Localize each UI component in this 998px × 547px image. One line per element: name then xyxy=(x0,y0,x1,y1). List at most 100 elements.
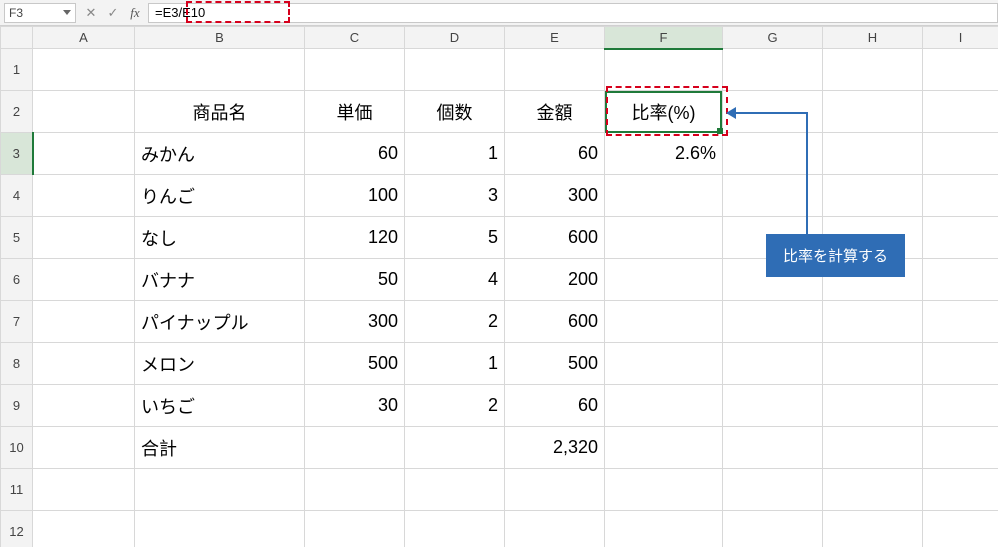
cell-G11[interactable] xyxy=(723,469,823,511)
cell-D8[interactable]: 1 xyxy=(405,343,505,385)
row-header-12[interactable]: 12 xyxy=(1,511,33,547)
row-1[interactable]: 1 xyxy=(1,49,998,91)
cell-E1[interactable] xyxy=(505,49,605,91)
cell-B6[interactable]: バナナ xyxy=(135,259,305,301)
col-header-E[interactable]: E xyxy=(505,27,605,49)
cell-G1[interactable] xyxy=(723,49,823,91)
cell-C3[interactable]: 60 xyxy=(305,133,405,175)
cell-A12[interactable] xyxy=(33,511,135,547)
row-header-7[interactable]: 7 xyxy=(1,301,33,343)
cell-H3[interactable] xyxy=(823,133,923,175)
cell-I9[interactable] xyxy=(923,385,998,427)
cell-I1[interactable] xyxy=(923,49,998,91)
cell-A1[interactable] xyxy=(33,49,135,91)
confirm-icon[interactable]: ✓ xyxy=(106,5,120,21)
cell-I4[interactable] xyxy=(923,175,998,217)
row-header-2[interactable]: 2 xyxy=(1,91,33,133)
cell-C7[interactable]: 300 xyxy=(305,301,405,343)
cell-B8[interactable]: メロン xyxy=(135,343,305,385)
cell-B9[interactable]: いちご xyxy=(135,385,305,427)
cell-F5[interactable] xyxy=(605,217,723,259)
cell-A10[interactable] xyxy=(33,427,135,469)
cell-I6[interactable] xyxy=(923,259,998,301)
cell-F8[interactable] xyxy=(605,343,723,385)
cell-C11[interactable] xyxy=(305,469,405,511)
row-header-3[interactable]: 3 xyxy=(1,133,33,175)
cell-B7[interactable]: パイナップル xyxy=(135,301,305,343)
name-box[interactable]: F3 xyxy=(4,3,76,23)
col-header-A[interactable]: A xyxy=(33,27,135,49)
cell-F7[interactable] xyxy=(605,301,723,343)
cell-A7[interactable] xyxy=(33,301,135,343)
cell-C5[interactable]: 120 xyxy=(305,217,405,259)
row-header-4[interactable]: 4 xyxy=(1,175,33,217)
cell-D10[interactable] xyxy=(405,427,505,469)
cell-B12[interactable] xyxy=(135,511,305,547)
cell-I2[interactable] xyxy=(923,91,998,133)
col-header-G[interactable]: G xyxy=(723,27,823,49)
cell-A11[interactable] xyxy=(33,469,135,511)
cell-B4[interactable]: りんご xyxy=(135,175,305,217)
cell-D5[interactable]: 5 xyxy=(405,217,505,259)
cell-E3[interactable]: 60 xyxy=(505,133,605,175)
cell-G4[interactable] xyxy=(723,175,823,217)
cell-F4[interactable] xyxy=(605,175,723,217)
cell-F12[interactable] xyxy=(605,511,723,547)
cell-G9[interactable] xyxy=(723,385,823,427)
col-header-I[interactable]: I xyxy=(923,27,998,49)
cell-B1[interactable] xyxy=(135,49,305,91)
cell-F3[interactable]: 2.6% xyxy=(605,133,723,175)
cell-C10[interactable] xyxy=(305,427,405,469)
cell-C2[interactable]: 単価 xyxy=(305,91,405,133)
cell-D9[interactable]: 2 xyxy=(405,385,505,427)
cell-G10[interactable] xyxy=(723,427,823,469)
cell-C6[interactable]: 50 xyxy=(305,259,405,301)
chevron-down-icon[interactable] xyxy=(63,10,71,15)
cell-D4[interactable]: 3 xyxy=(405,175,505,217)
cell-E12[interactable] xyxy=(505,511,605,547)
cell-H9[interactable] xyxy=(823,385,923,427)
cell-B2[interactable]: 商品名 xyxy=(135,91,305,133)
cell-E8[interactable]: 500 xyxy=(505,343,605,385)
cell-D12[interactable] xyxy=(405,511,505,547)
cell-E7[interactable]: 600 xyxy=(505,301,605,343)
cell-H10[interactable] xyxy=(823,427,923,469)
spreadsheet-grid[interactable]: A B C D E F G H I 1 2 商品名 xyxy=(0,26,998,547)
col-header-D[interactable]: D xyxy=(405,27,505,49)
cell-I7[interactable] xyxy=(923,301,998,343)
cell-D2[interactable]: 個数 xyxy=(405,91,505,133)
formula-input[interactable]: =E3/E10 xyxy=(148,3,998,23)
cell-G8[interactable] xyxy=(723,343,823,385)
cell-F10[interactable] xyxy=(605,427,723,469)
cell-B3[interactable]: みかん xyxy=(135,133,305,175)
row-header-11[interactable]: 11 xyxy=(1,469,33,511)
cell-C1[interactable] xyxy=(305,49,405,91)
cell-B10[interactable]: 合計 xyxy=(135,427,305,469)
column-header-row[interactable]: A B C D E F G H I xyxy=(1,27,998,49)
row-9[interactable]: 9 いちご 30 2 60 xyxy=(1,385,998,427)
cell-H8[interactable] xyxy=(823,343,923,385)
cell-I12[interactable] xyxy=(923,511,998,547)
row-header-1[interactable]: 1 xyxy=(1,49,33,91)
cell-F9[interactable] xyxy=(605,385,723,427)
row-12[interactable]: 12 xyxy=(1,511,998,547)
cell-A5[interactable] xyxy=(33,217,135,259)
cell-A9[interactable] xyxy=(33,385,135,427)
cell-C9[interactable]: 30 xyxy=(305,385,405,427)
cell-B11[interactable] xyxy=(135,469,305,511)
cell-H4[interactable] xyxy=(823,175,923,217)
cell-A3[interactable] xyxy=(33,133,135,175)
cell-E5[interactable]: 600 xyxy=(505,217,605,259)
col-header-B[interactable]: B xyxy=(135,27,305,49)
row-header-8[interactable]: 8 xyxy=(1,343,33,385)
cell-F1[interactable] xyxy=(605,49,723,91)
cell-E2[interactable]: 金額 xyxy=(505,91,605,133)
row-header-5[interactable]: 5 xyxy=(1,217,33,259)
sheet-table[interactable]: A B C D E F G H I 1 2 商品名 xyxy=(0,26,998,547)
cell-G3[interactable] xyxy=(723,133,823,175)
col-header-C[interactable]: C xyxy=(305,27,405,49)
cell-E9[interactable]: 60 xyxy=(505,385,605,427)
row-8[interactable]: 8 メロン 500 1 500 xyxy=(1,343,998,385)
cell-A2[interactable] xyxy=(33,91,135,133)
row-3[interactable]: 3 みかん 60 1 60 2.6% xyxy=(1,133,998,175)
